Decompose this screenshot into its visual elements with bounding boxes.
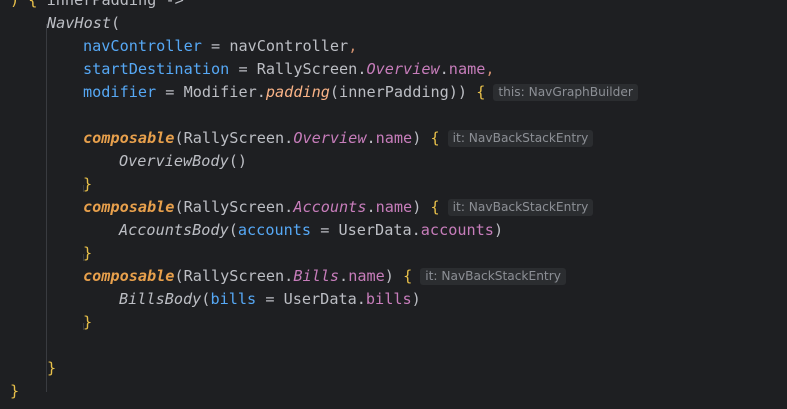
inlay-hint: it: NavBackStackEntry <box>447 130 594 147</box>
code-token: = <box>156 83 184 101</box>
code-token: . <box>439 60 449 78</box>
code-token: . <box>339 267 349 285</box>
code-token: (innerPadding)) <box>329 83 477 101</box>
code-token: Bills <box>293 267 340 285</box>
code-token: ) <box>493 221 504 239</box>
code-token: . <box>366 198 376 216</box>
code-token: { <box>403 267 413 285</box>
code-line: } <box>10 380 19 403</box>
code-line: AccountsBody(accounts = UserData.account… <box>119 219 503 242</box>
code-token: Overview <box>293 129 367 147</box>
code-token: innerPadding <box>46 0 157 9</box>
code-line: } <box>83 173 92 196</box>
code-token: -> <box>156 0 184 9</box>
code-token: ) <box>412 198 431 216</box>
code-token: padding <box>265 83 330 101</box>
code-line: modifier = Modifier.padding(innerPadding… <box>83 81 638 104</box>
code-line: composable(RallyScreen.Bills.name) { it: … <box>83 265 566 288</box>
code-token: } <box>47 359 57 377</box>
code-token: composable <box>83 198 175 216</box>
code-token: . <box>366 129 376 147</box>
code-line: BillsBody(bills = UserData.bills) <box>119 288 421 311</box>
code-token: { <box>476 83 486 101</box>
code-line: } <box>47 357 56 380</box>
code-line: ) { innerPadding -> <box>10 0 184 12</box>
code-token: modifier <box>83 83 157 101</box>
code-token: ( <box>111 14 121 32</box>
code-token: UserData. <box>283 290 366 308</box>
code-token: startDestination <box>83 60 230 78</box>
code-token: composable <box>83 267 175 285</box>
code-token: accounts <box>420 221 494 239</box>
code-token: name <box>348 267 385 285</box>
code-token: () <box>228 152 248 170</box>
indent-guide <box>46 24 47 392</box>
code-token: (RallyScreen. <box>174 198 294 216</box>
code-token: bills <box>210 290 257 308</box>
code-token: Accounts <box>293 198 367 216</box>
code-token: RallyScreen. <box>256 60 367 78</box>
code-line: navController = navController, <box>83 35 357 58</box>
code-token: navController <box>83 37 202 55</box>
code-token: { <box>430 198 440 216</box>
code-line: } <box>83 242 92 265</box>
code-line: startDestination = RallyScreen.Overview.… <box>83 58 495 81</box>
code-token: ) <box>384 267 404 285</box>
code-line: composable(RallyScreen.Accounts.name) { i… <box>83 196 594 219</box>
code-line: composable(RallyScreen.Overview.name) { i… <box>83 127 594 150</box>
inlay-hint: it: NavBackStackEntry <box>420 268 566 285</box>
code-token: name <box>375 198 413 216</box>
code-token: Overview <box>366 60 440 78</box>
code-token: ( <box>228 221 238 239</box>
code-token: } <box>83 175 93 193</box>
code-token: (RallyScreen. <box>174 267 294 285</box>
code-token: ) { <box>10 0 47 9</box>
code-token: Modifier. <box>183 83 266 101</box>
code-token: } <box>83 313 93 331</box>
code-token: (RallyScreen. <box>174 129 294 147</box>
inlay-hint: it: NavBackStackEntry <box>447 199 594 216</box>
code-token: bills <box>365 290 412 308</box>
code-token: = <box>201 37 230 55</box>
inlay-hint: this: NavGraphBuilder <box>493 84 638 101</box>
code-token: , <box>485 60 495 78</box>
code-token: ) <box>412 129 431 147</box>
code-token: { <box>430 129 440 147</box>
code-token: } <box>10 382 20 400</box>
code-line: } <box>83 311 92 334</box>
code-token: , <box>348 37 358 55</box>
code-line: NavHost( <box>47 12 120 35</box>
code-token: composable <box>83 129 175 147</box>
code-token: NavHost <box>47 14 112 32</box>
code-token: name <box>448 60 486 78</box>
code-token: ) <box>411 290 421 308</box>
code-token: name <box>375 129 413 147</box>
code-token: = <box>256 290 284 308</box>
code-token: = <box>311 221 339 239</box>
code-token: accounts <box>237 221 312 239</box>
code-token: } <box>83 244 93 262</box>
code-line: OverviewBody() <box>119 150 247 173</box>
code-token: = <box>229 60 257 78</box>
code-token: BillsBody <box>119 290 202 308</box>
code-editor[interactable]: ) { innerPadding -> NavHost( navControll… <box>0 0 787 409</box>
code-token: AccountsBody <box>119 221 229 239</box>
code-token: navController <box>229 37 349 55</box>
code-token: OverviewBody <box>119 152 229 170</box>
code-token: UserData. <box>338 221 421 239</box>
